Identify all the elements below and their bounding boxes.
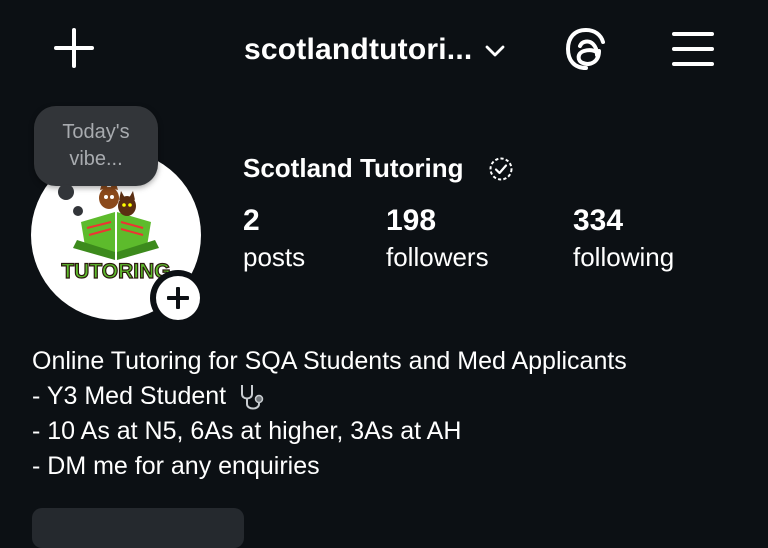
stat-label: followers	[386, 242, 489, 272]
create-button[interactable]	[52, 26, 96, 70]
hamburger-menu-icon[interactable]	[672, 32, 714, 66]
verified-badge-icon	[489, 157, 513, 181]
display-name: Scotland Tutoring	[243, 153, 464, 183]
username: scotlandtutori...	[244, 33, 473, 66]
stat-following[interactable]: 334 following	[573, 204, 674, 274]
stat-followers[interactable]: 198 followers	[386, 204, 489, 274]
bio-line-text: - Y3 Med Student	[32, 382, 227, 410]
stat-value: 2	[243, 204, 260, 237]
bio-line: Online Tutoring for SQA Students and Med…	[32, 347, 627, 375]
profile-header: scotlandtutori...	[0, 0, 768, 100]
stat-label: following	[573, 242, 675, 272]
stat-posts[interactable]: 2 posts	[243, 204, 305, 274]
plus-icon	[156, 276, 200, 320]
add-story-button[interactable]	[150, 270, 206, 326]
logo-text: TUTORING	[61, 260, 170, 283]
account-switcher[interactable]: scotlandtutori...	[244, 30, 506, 70]
note-bubble-tail	[73, 206, 83, 216]
bio-line: - 10 As at N5, 6As at higher, 3As at AH	[32, 417, 462, 445]
note-bubble[interactable]: Today's vibe...	[34, 106, 158, 186]
note-bubble-tail	[58, 184, 74, 200]
note-text: Today's vibe...	[62, 121, 130, 170]
stat-value: 334	[573, 204, 624, 237]
bio: Online Tutoring for SQA Students and Med…	[32, 344, 627, 484]
threads-icon[interactable]	[564, 26, 608, 72]
chevron-down-icon	[486, 45, 505, 57]
stat-value: 198	[386, 204, 437, 237]
bio-line: - DM me for any enquiries	[32, 452, 320, 480]
edit-profile-button[interactable]	[32, 508, 244, 548]
stat-label: posts	[243, 242, 306, 272]
bio-line: - Y3 Med Student	[32, 379, 627, 414]
stethoscope-icon	[241, 385, 264, 410]
